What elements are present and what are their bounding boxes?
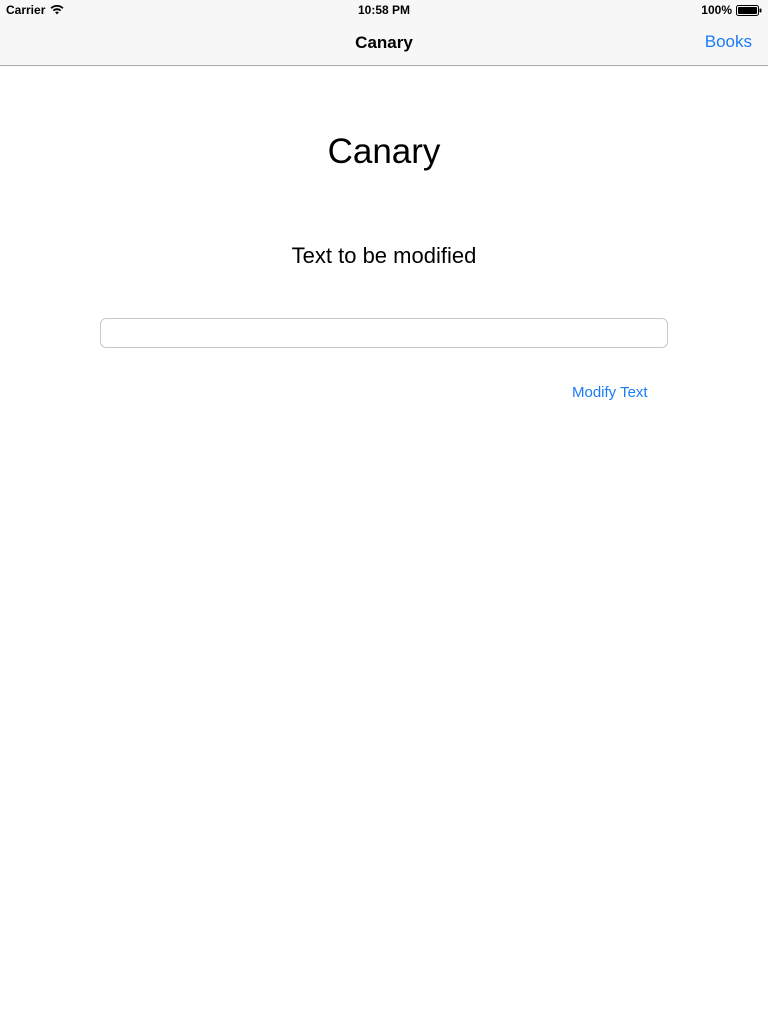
- status-time: 10:58 PM: [357, 3, 411, 17]
- battery-percent: 100%: [701, 3, 732, 17]
- status-bar: Carrier 10:58 PM 100%: [0, 0, 768, 20]
- modify-text-button[interactable]: Modify Text: [572, 384, 648, 401]
- app-screen: Carrier 10:58 PM 100% Canary Books Canar…: [0, 0, 768, 1024]
- navigation-bar: Canary Books: [0, 20, 768, 66]
- books-button[interactable]: Books: [705, 32, 752, 52]
- battery-icon: [736, 4, 762, 16]
- text-input[interactable]: [100, 318, 668, 348]
- nav-title: Canary: [355, 33, 413, 52]
- status-right: 100%: [701, 3, 762, 17]
- page-title: Canary: [327, 132, 441, 171]
- text-to-modify-label: Text to be modified: [291, 243, 477, 268]
